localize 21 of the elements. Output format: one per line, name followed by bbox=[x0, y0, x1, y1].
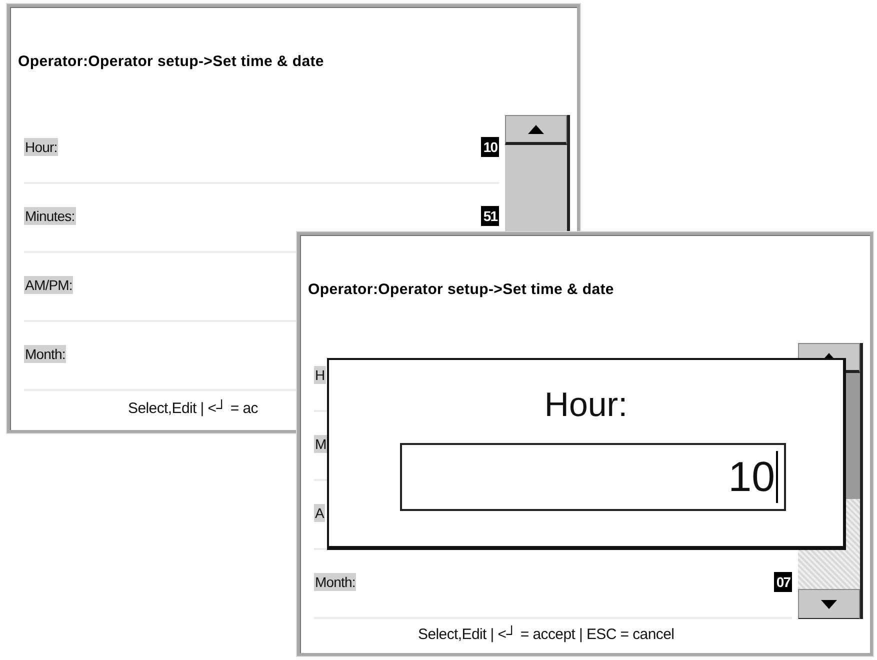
dialog-title: Hour: bbox=[544, 386, 628, 425]
field-label[interactable]: Minutes: bbox=[24, 206, 76, 224]
window-title: Operator:Operator setup->Set time & date bbox=[18, 53, 324, 70]
down-arrow-icon bbox=[821, 600, 837, 608]
field-label[interactable]: Hour: bbox=[24, 138, 58, 156]
field-label[interactable]: Month: bbox=[314, 572, 356, 590]
window-title: Operator:Operator setup->Set time & date bbox=[308, 281, 614, 298]
field-value[interactable]: 10 bbox=[481, 136, 499, 156]
field-value[interactable]: 51 bbox=[481, 206, 499, 226]
value-input[interactable]: 10 bbox=[400, 443, 786, 511]
field-value[interactable]: 07 bbox=[774, 572, 792, 592]
field-label[interactable]: Month: bbox=[24, 344, 66, 362]
field-label[interactable]: M bbox=[314, 434, 328, 452]
key-hint: Select,Edit | <┘ = ac bbox=[128, 400, 258, 417]
field-label[interactable]: A bbox=[314, 504, 325, 522]
up-arrow-icon bbox=[528, 124, 544, 134]
scroll-down-button[interactable] bbox=[798, 589, 860, 619]
key-hint: Select,Edit | <┘ = accept | ESC = cancel bbox=[418, 626, 674, 642]
field-label[interactable]: H bbox=[314, 366, 326, 384]
field-label[interactable]: AM/PM: bbox=[24, 276, 74, 294]
scroll-up-button[interactable] bbox=[505, 115, 567, 145]
